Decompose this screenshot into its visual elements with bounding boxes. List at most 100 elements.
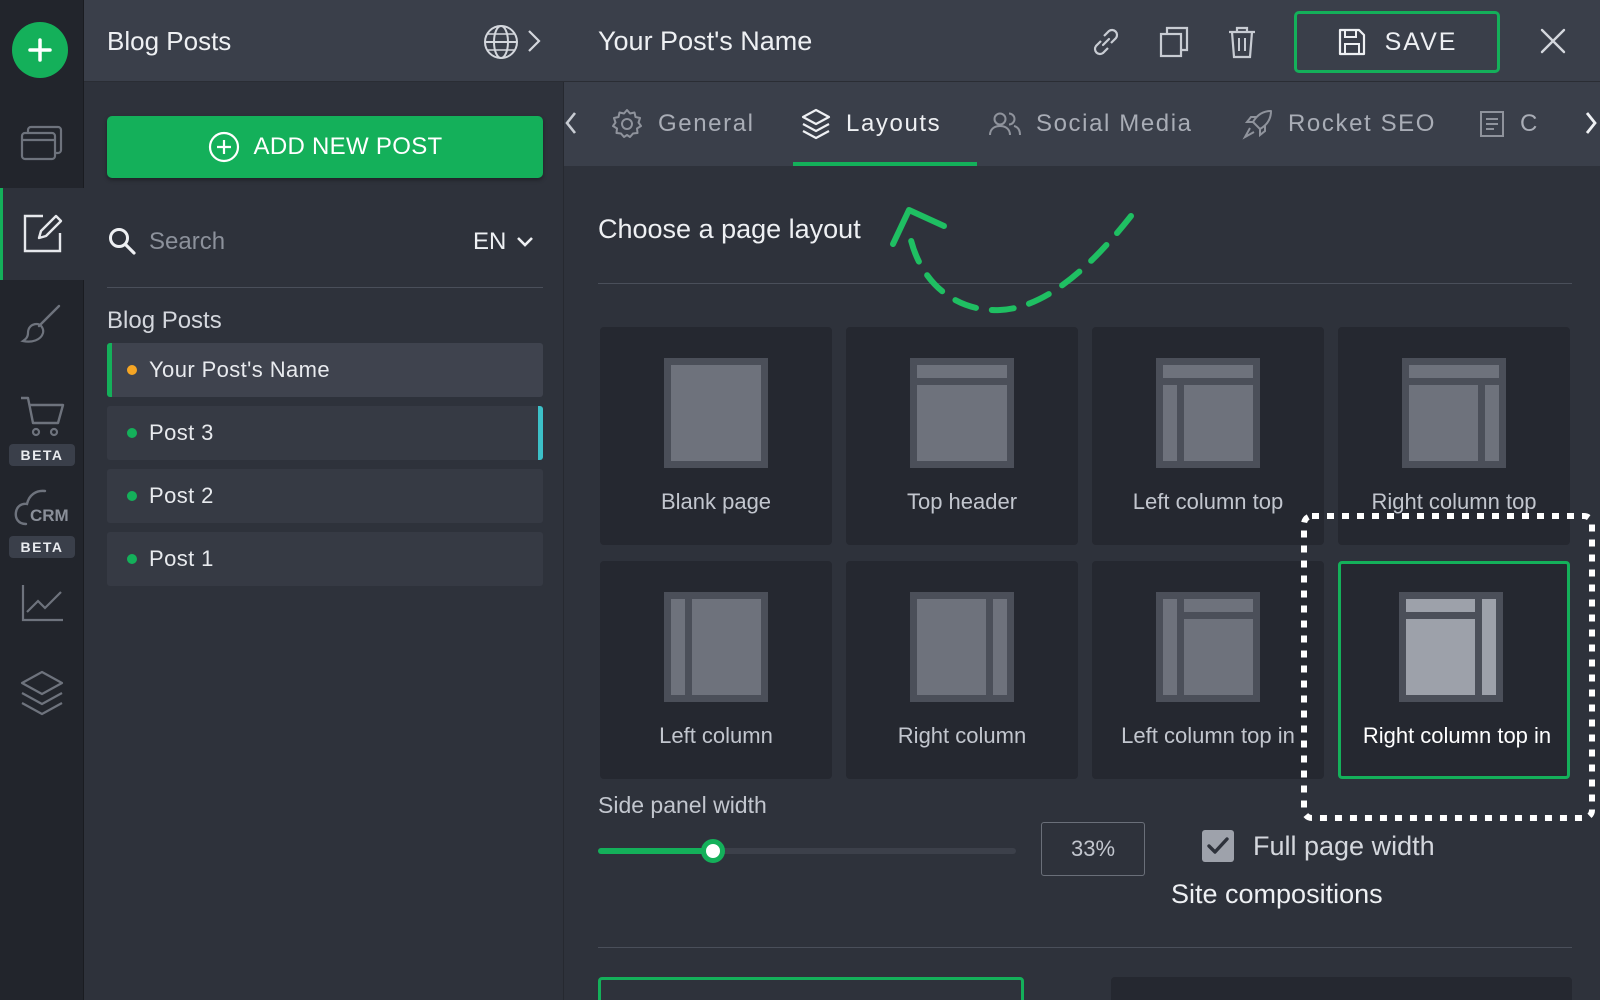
create-button[interactable] xyxy=(12,22,68,78)
slider-fill xyxy=(598,848,713,854)
language-select[interactable]: EN xyxy=(473,228,534,256)
list-item[interactable]: Your Post's Name xyxy=(107,343,543,397)
layout-card-right-column-top[interactable]: Right column top xyxy=(1338,327,1570,545)
layout-card-right-column[interactable]: Right column xyxy=(846,561,1078,779)
close-icon[interactable] xyxy=(1538,26,1568,56)
layout-label: Left column top in xyxy=(1121,723,1295,748)
layout-region xyxy=(1406,619,1475,695)
composition-card[interactable] xyxy=(1111,977,1572,1000)
layout-card-blank-page[interactable]: Blank page xyxy=(600,327,832,545)
post-title: Post 1 xyxy=(149,546,214,571)
side-panel-width-input[interactable]: 33% xyxy=(1041,822,1145,876)
rail-blog[interactable] xyxy=(0,188,84,280)
layout-card-left-column-top[interactable]: Left column top xyxy=(1092,327,1324,545)
layout-region xyxy=(671,365,761,461)
crm-cloud-icon: CRM xyxy=(14,489,69,526)
post-editor: Your Post's Name SAVE General Layouts So… xyxy=(564,0,1600,1000)
language-value: EN xyxy=(473,228,507,255)
layout-region xyxy=(1163,599,1177,695)
tab-scroll-right-icon[interactable] xyxy=(1584,110,1598,136)
add-new-post-button[interactable]: ADD NEW POST xyxy=(107,116,543,178)
layout-card-left-column[interactable]: Left column xyxy=(600,561,832,779)
side-panel-width-label: Side panel width xyxy=(598,792,767,818)
chevron-down-icon xyxy=(517,237,534,247)
panel-title: Blog Posts xyxy=(107,26,232,56)
layout-region xyxy=(1406,599,1475,612)
link-icon[interactable] xyxy=(1088,24,1124,60)
rail-store[interactable]: BETA xyxy=(0,392,84,466)
full-page-width-checkbox[interactable] xyxy=(1202,830,1234,862)
layout-label: Left column top xyxy=(1132,489,1284,514)
rail-design[interactable] xyxy=(0,300,84,350)
active-tab-indicator xyxy=(793,162,977,166)
tab-scroll-left-icon[interactable] xyxy=(564,110,578,136)
save-button[interactable]: SAVE xyxy=(1294,11,1500,73)
status-dot xyxy=(127,491,137,501)
tab-rocket-seo[interactable]: Rocket SEO xyxy=(1242,82,1436,166)
floppy-disk-icon xyxy=(1338,28,1365,56)
layout-thumbnail xyxy=(1402,358,1506,468)
layout-thumbnail xyxy=(664,358,768,468)
layout-region xyxy=(1184,385,1253,461)
status-dot xyxy=(127,428,137,438)
editor-tabs: General Layouts Social Media Rocket SEO … xyxy=(564,82,1600,166)
blog-posts-panel: Blog Posts ADD NEW POST EN xyxy=(84,0,564,1000)
layout-region xyxy=(917,385,1007,461)
layout-region xyxy=(917,365,1007,378)
layers-icon xyxy=(801,108,831,140)
list-item[interactable]: Post 3 xyxy=(107,406,543,460)
tab-social-media[interactable]: Social Media xyxy=(988,82,1193,166)
layout-region xyxy=(1409,365,1499,378)
duplicate-icon[interactable] xyxy=(1156,24,1192,60)
tab-more[interactable]: C xyxy=(1478,82,1539,166)
layout-label: Top header xyxy=(906,489,1018,514)
layout-thumbnail xyxy=(910,592,1014,702)
layout-label: Right column top in xyxy=(1362,723,1552,748)
layout-label: Blank page xyxy=(660,489,772,514)
users-icon xyxy=(989,112,1021,136)
search-input[interactable] xyxy=(149,224,449,260)
layout-region xyxy=(1184,619,1253,695)
layout-region xyxy=(1409,385,1478,461)
layout-region xyxy=(671,599,685,695)
checkmark-icon xyxy=(1207,837,1229,854)
layout-thumbnail xyxy=(1156,358,1260,468)
globe-icon[interactable] xyxy=(482,23,520,61)
layout-region xyxy=(1163,365,1253,378)
layout-region xyxy=(993,599,1007,695)
layout-region xyxy=(692,599,761,695)
rocket-icon xyxy=(1242,110,1272,140)
tab-label: C xyxy=(1520,110,1539,137)
composition-card-selected[interactable] xyxy=(598,977,1024,1000)
search-bar: EN xyxy=(107,222,543,288)
layout-card-right-column-top-in[interactable]: Right column top in xyxy=(1338,561,1570,779)
layout-thumbnail xyxy=(1156,592,1260,702)
layout-card-top-header[interactable]: Top header xyxy=(846,327,1078,545)
layout-card-left-column-top-in[interactable]: Left column top in xyxy=(1092,561,1324,779)
layout-region xyxy=(1485,385,1499,461)
tab-layouts[interactable]: Layouts xyxy=(800,82,941,166)
save-label: SAVE xyxy=(1384,27,1458,56)
document-icon xyxy=(1480,111,1504,137)
add-new-post-label: ADD NEW POST xyxy=(253,133,443,160)
list-item[interactable]: Post 1 xyxy=(107,532,543,586)
site-compositions-title: Site compositions xyxy=(1171,879,1383,909)
post-list-title: Blog Posts xyxy=(107,307,222,334)
tab-general[interactable]: General xyxy=(610,82,755,166)
layout-thumbnail xyxy=(664,592,768,702)
list-item[interactable]: Post 2 xyxy=(107,469,543,523)
slider-handle[interactable] xyxy=(700,839,725,863)
chevron-right-icon[interactable] xyxy=(526,28,542,54)
rail-crm[interactable]: CRM BETA xyxy=(0,484,84,558)
chart-icon xyxy=(21,585,63,622)
rail-pages[interactable] xyxy=(0,112,84,174)
brush-icon xyxy=(20,304,61,343)
page-title: Your Post's Name xyxy=(598,26,813,56)
rail-layers[interactable] xyxy=(0,664,84,724)
rail-stats[interactable] xyxy=(0,578,84,628)
trash-icon[interactable] xyxy=(1224,24,1260,60)
beta-badge: BETA xyxy=(9,536,75,558)
side-panel-width-slider[interactable] xyxy=(598,839,1016,863)
status-dot xyxy=(127,554,137,564)
layout-region xyxy=(1482,599,1496,695)
